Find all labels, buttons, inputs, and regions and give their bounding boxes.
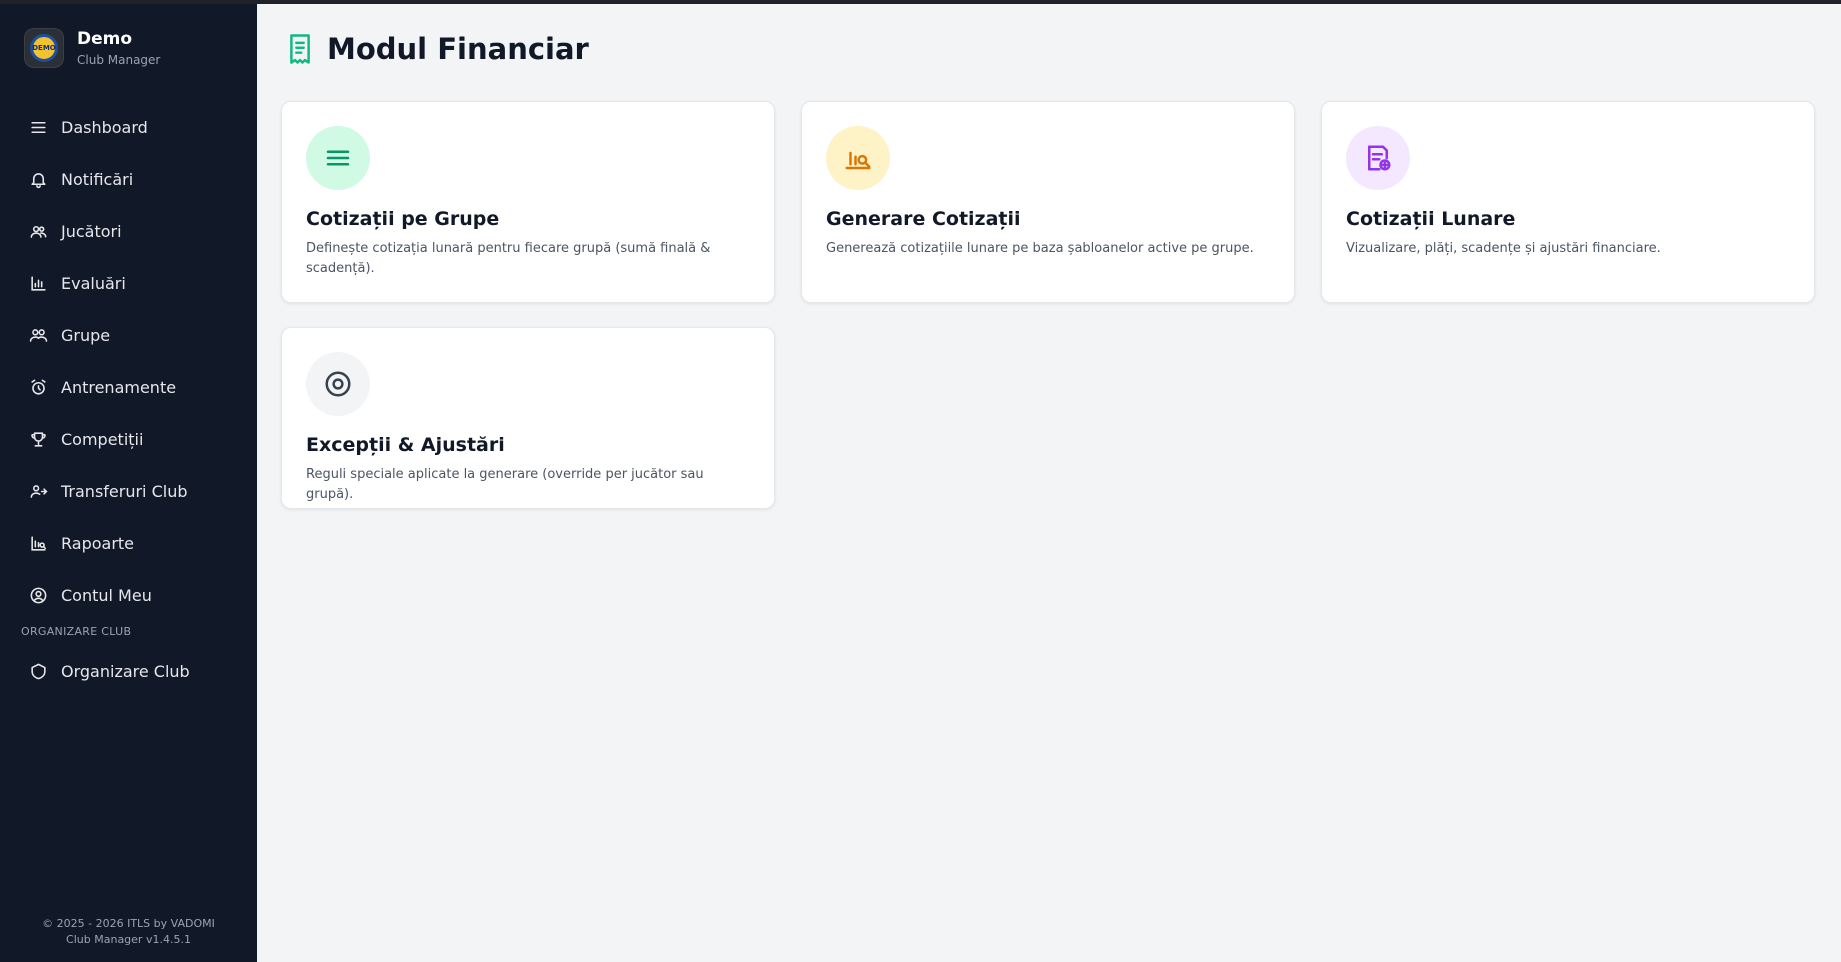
sidebar-item-label: Contul Meu xyxy=(61,585,152,605)
card-description: Reguli speciale aplicate la generare (ov… xyxy=(306,467,704,502)
shield-icon xyxy=(31,663,46,679)
brand[interactable]: DEMO Demo Club Manager xyxy=(24,28,160,68)
chart-search-icon xyxy=(845,151,871,170)
card-exceptii-ajustari[interactable]: Excepții & Ajustări Reguli speciale apli… xyxy=(281,327,775,509)
card-cotizatii-lunare[interactable]: Cotizații Lunare Vizualizare, plăți, sca… xyxy=(1321,101,1815,303)
sidebar-item-label: Transferuri Club xyxy=(61,481,188,501)
card-icon-wrap xyxy=(1346,126,1410,190)
alarm-clock-icon xyxy=(31,379,46,395)
sidebar-item-grupe[interactable]: Grupe xyxy=(0,309,257,361)
card-title: Excepții & Ajustări xyxy=(306,434,505,456)
page-header: Modul Financiar xyxy=(287,32,589,66)
card-title: Cotizații pe Grupe xyxy=(306,208,500,230)
bell-icon xyxy=(31,172,46,188)
sidebar-item-label: Grupe xyxy=(61,325,111,345)
target-icon xyxy=(325,371,351,397)
card-description: Definește cotizația lunară pentru fiecar… xyxy=(306,241,711,276)
users-icon xyxy=(30,225,47,238)
sidebar-item-rapoarte[interactable]: Rapoarte xyxy=(0,517,257,569)
document-add-icon xyxy=(1368,145,1391,171)
bar-chart-icon xyxy=(31,275,46,291)
sidebar-item-jucatori[interactable]: Jucători xyxy=(0,205,257,257)
card-icon-wrap xyxy=(306,126,370,190)
footer-copyright: © 2025 - 2026 ITLS by VADOMI xyxy=(42,917,215,930)
club-logo-badge: DEMO xyxy=(30,34,58,62)
sidebar-item-notificari[interactable]: Notificări xyxy=(0,153,257,205)
footer-version: Club Manager v1.4.5.1 xyxy=(66,933,191,946)
page-title: Modul Financiar xyxy=(327,32,589,66)
receipt-icon xyxy=(290,34,310,64)
sidebar-item-transferuri-club[interactable]: Transferuri Club xyxy=(0,465,257,517)
brand-title: Demo xyxy=(77,29,133,49)
sidebar-item-label: Dashboard xyxy=(61,117,148,137)
trophy-icon xyxy=(31,431,46,447)
user-transfer-icon xyxy=(30,484,48,498)
sidebar-item-dashboard[interactable]: Dashboard xyxy=(0,101,257,153)
menu-icon xyxy=(31,121,46,133)
card-icon-wrap xyxy=(306,352,370,416)
card-generare-cotizatii[interactable]: Generare Cotizații Generează cotizațiile… xyxy=(801,101,1295,303)
brand-subtitle: Club Manager xyxy=(77,53,161,67)
sidebar-item-organizare-club[interactable]: Organizare Club xyxy=(0,645,257,697)
list-lines-icon xyxy=(326,150,350,166)
card-title: Generare Cotizații xyxy=(826,208,1021,230)
sidebar-item-evaluari[interactable]: Evaluări xyxy=(0,257,257,309)
card-description: Vizualizare, plăți, scadențe și ajustări… xyxy=(1346,241,1661,256)
sidebar-item-label: Organizare Club xyxy=(61,661,190,681)
card-cotizatii-pe-grupe[interactable]: Cotizații pe Grupe Definește cotizația l… xyxy=(281,101,775,303)
sidebar-item-label: Evaluări xyxy=(61,273,126,293)
sidebar-item-competitii[interactable]: Competiții xyxy=(0,413,257,465)
card-icon-wrap xyxy=(826,126,890,190)
report-chart-icon xyxy=(31,535,47,551)
sidebar-section-label: ORGANIZARE CLUB xyxy=(21,625,132,638)
sidebar-item-antrenamente[interactable]: Antrenamente xyxy=(0,361,257,413)
sidebar-item-label: Jucători xyxy=(61,221,122,241)
group-icon xyxy=(29,328,48,342)
brand-text: Demo Club Manager xyxy=(77,29,160,67)
club-logo: DEMO xyxy=(24,28,64,68)
sidebar-footer: © 2025 - 2026 ITLS by VADOMI Club Manage… xyxy=(0,916,257,948)
window-top-border xyxy=(0,0,1841,4)
sidebar-item-label: Competiții xyxy=(61,429,144,449)
sidebar-item-contul-meu[interactable]: Contul Meu xyxy=(0,569,257,621)
sidebar-item-label: Antrenamente xyxy=(61,377,177,397)
sidebar-item-label: Rapoarte xyxy=(61,533,135,553)
card-description: Generează cotizațiile lunare pe baza șab… xyxy=(826,241,1254,256)
card-title: Cotizații Lunare xyxy=(1346,208,1516,230)
sidebar-nav: Dashboard Notificări Jucători Evaluări G… xyxy=(0,101,257,621)
main-content: Modul Financiar Cotizații pe Grupe Defin… xyxy=(257,0,1841,962)
sidebar-nav-organizare: Organizare Club xyxy=(0,645,257,697)
sidebar: DEMO Demo Club Manager Dashboard Notific… xyxy=(0,0,257,962)
sidebar-item-label: Notificări xyxy=(61,169,134,189)
user-circle-icon xyxy=(30,587,47,603)
